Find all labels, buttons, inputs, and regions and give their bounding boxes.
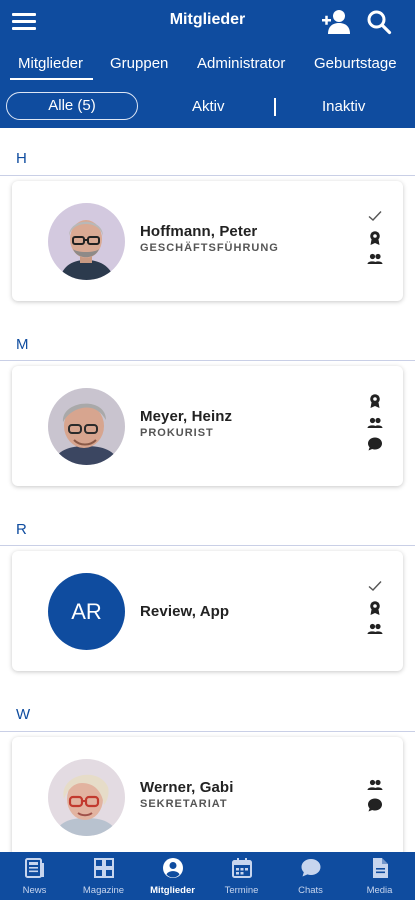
- award-icon: [370, 394, 380, 408]
- filter-active[interactable]: Aktiv: [192, 98, 225, 115]
- avatar: [48, 759, 125, 836]
- filter-bar: Alle (5) Aktiv Inaktiv: [0, 90, 415, 124]
- member-card-hoffmann[interactable]: Hoffmann, Peter GESCHÄFTSFÜHRUNG: [12, 181, 403, 301]
- member-name: Meyer, Heinz: [140, 408, 233, 425]
- group-icon: [367, 779, 383, 790]
- award-icon: [370, 601, 380, 615]
- section-letter-h: H: [16, 150, 27, 167]
- tab-administrator[interactable]: Administrator: [197, 55, 285, 72]
- section-divider: [0, 731, 415, 732]
- calendar-icon: [232, 858, 252, 878]
- news-icon: [25, 858, 44, 878]
- filter-divider: [274, 98, 276, 116]
- nav-termine[interactable]: Termine: [207, 852, 276, 900]
- member-role: SEKRETARIAT: [140, 798, 228, 810]
- filter-all[interactable]: Alle (5): [6, 92, 138, 120]
- award-icon: [370, 231, 380, 245]
- section-letter-m: M: [16, 336, 29, 353]
- nav-label: Magazine: [82, 885, 125, 896]
- nav-label: Mitglieder: [150, 885, 195, 896]
- member-role: GESCHÄFTSFÜHRUNG: [140, 242, 279, 254]
- avatar: AR: [48, 573, 125, 650]
- group-icon: [367, 417, 383, 428]
- nav-label: Termine: [224, 885, 259, 896]
- member-role: PROKURIST: [140, 427, 214, 439]
- section-divider: [0, 175, 415, 176]
- top-bar: Mitglieder: [0, 0, 415, 44]
- member-card-review[interactable]: AR Review, App: [12, 551, 403, 671]
- group-icon: [367, 623, 383, 634]
- member-card-meyer[interactable]: Meyer, Heinz PROKURIST: [12, 366, 403, 486]
- avatar: [48, 203, 125, 280]
- active-tab-indicator: [10, 78, 93, 80]
- nav-label: Chats: [298, 885, 323, 896]
- section-divider: [0, 545, 415, 546]
- chat-icon: [368, 437, 382, 451]
- chat-icon: [368, 798, 382, 812]
- nav-magazine[interactable]: Magazine: [69, 852, 138, 900]
- section-divider: [0, 360, 415, 361]
- check-icon: [368, 581, 382, 591]
- nav-news[interactable]: News: [0, 852, 69, 900]
- nav-media[interactable]: Media: [345, 852, 414, 900]
- tab-mitglieder[interactable]: Mitglieder: [18, 55, 83, 72]
- person-icon: [163, 858, 183, 878]
- member-name: Review, App: [140, 603, 230, 620]
- tab-bar: Mitglieder Gruppen Administrator Geburts…: [0, 52, 415, 82]
- nav-label: News: [22, 885, 47, 896]
- nav-mitglieder[interactable]: Mitglieder: [138, 852, 207, 900]
- tab-gruppen[interactable]: Gruppen: [110, 55, 168, 72]
- document-icon: [373, 858, 388, 878]
- nav-label: Media: [366, 885, 393, 896]
- check-icon: [368, 211, 382, 221]
- app-header: Mitglieder Mitglieder Gruppen Administra…: [0, 0, 415, 128]
- bottom-navigation: News Magazine Mitglieder Termine Chats M…: [0, 852, 415, 900]
- magazine-icon: [94, 858, 114, 878]
- avatar-initials: AR: [48, 573, 125, 650]
- member-name: Hoffmann, Peter: [140, 223, 258, 240]
- search-icon[interactable]: [366, 9, 392, 35]
- tab-geburtstage[interactable]: Geburtstage: [314, 55, 397, 72]
- member-card-werner[interactable]: Werner, Gabi SEKRETARIAT: [12, 737, 403, 857]
- filter-inactive[interactable]: Inaktiv: [322, 98, 365, 115]
- add-user-icon[interactable]: [321, 7, 351, 37]
- nav-chats[interactable]: Chats: [276, 852, 345, 900]
- group-icon: [367, 253, 383, 264]
- avatar: [48, 388, 125, 465]
- section-letter-r: R: [16, 521, 27, 538]
- chat-icon: [301, 859, 321, 877]
- section-letter-w: W: [16, 706, 31, 723]
- page-title: Mitglieder: [169, 11, 246, 28]
- member-name: Werner, Gabi: [140, 779, 234, 796]
